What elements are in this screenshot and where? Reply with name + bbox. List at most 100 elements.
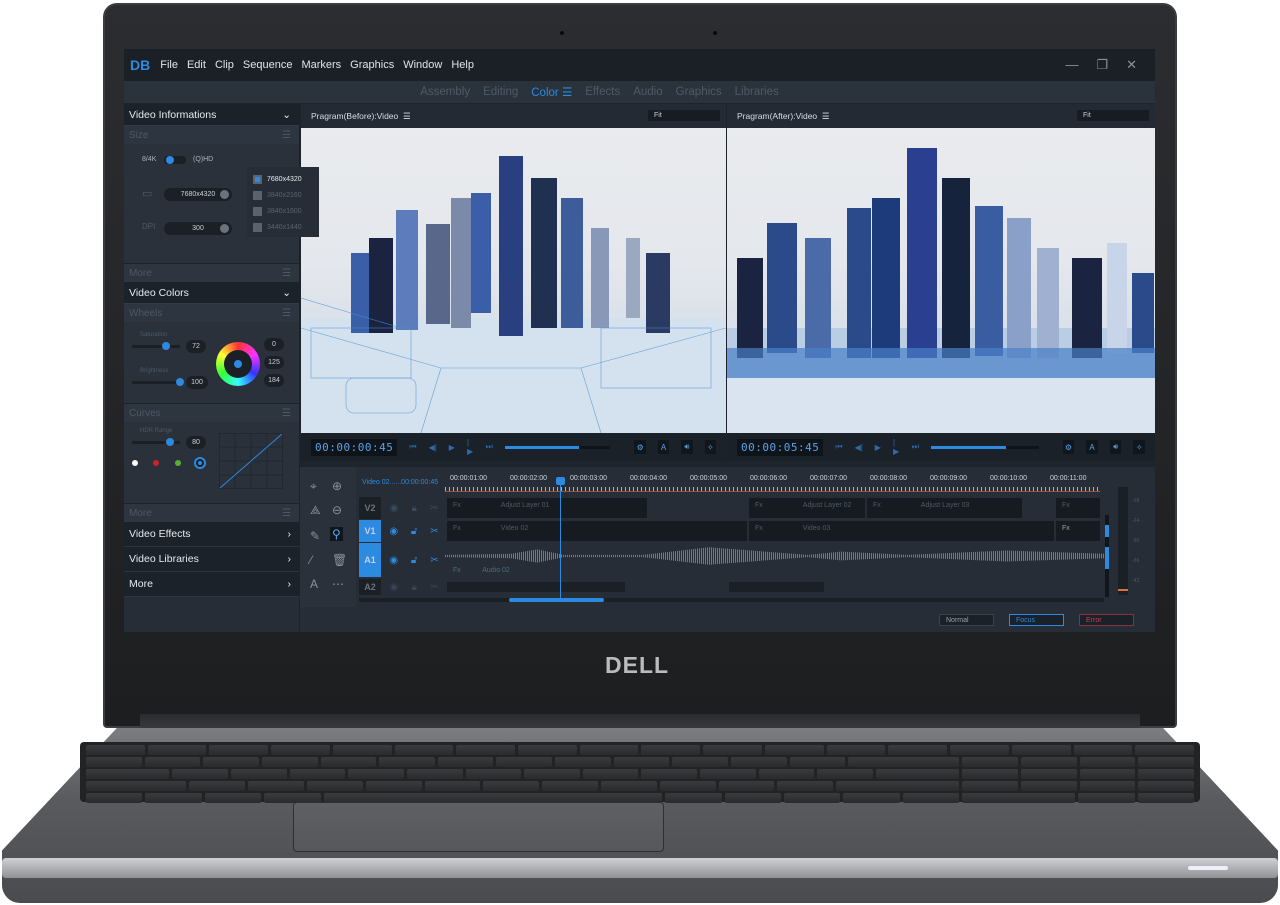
hdr-slider[interactable] xyxy=(132,438,180,446)
menu-icon[interactable]: ☰ xyxy=(282,508,291,519)
menu-window[interactable]: Window xyxy=(403,59,442,71)
resolution-option[interactable]: 3840x1600 xyxy=(253,203,313,219)
timeline-clip[interactable]: Fx xyxy=(1056,521,1100,541)
color-wheel[interactable] xyxy=(216,342,260,386)
eye-icon[interactable]: ◉ xyxy=(390,503,399,514)
nav-video-libraries[interactable]: Video Libraries › xyxy=(124,547,299,572)
playback-progress[interactable] xyxy=(504,445,611,449)
saturation-value[interactable]: 72 xyxy=(186,340,206,353)
tab-effects[interactable]: Effects xyxy=(585,86,620,98)
close-icon[interactable]: ✕ xyxy=(1126,57,1137,73)
brightness-value[interactable]: 100 xyxy=(186,376,208,389)
more-colors-header[interactable]: More ☰ xyxy=(124,504,299,522)
timeline-clip[interactable]: Fx Adjust Layer 01 xyxy=(447,498,647,518)
play-icon[interactable]: ▶ xyxy=(875,443,881,452)
hdr-value[interactable]: 80 xyxy=(186,436,206,449)
timeline-clip[interactable]: Fx Video 02 xyxy=(447,521,747,541)
tab-editing[interactable]: Editing xyxy=(483,86,518,98)
step-back-icon[interactable]: ◀| xyxy=(855,443,863,452)
tools-icon[interactable]: ✂ xyxy=(430,503,438,514)
saturation-slider[interactable] xyxy=(132,342,180,350)
menu-help[interactable]: Help xyxy=(451,59,474,71)
vertical-zoom-slider[interactable] xyxy=(1105,515,1109,597)
eye-icon[interactable]: ◉ xyxy=(390,582,399,593)
skip-back-icon[interactable]: ⏮ xyxy=(409,442,416,452)
timeline-clip[interactable]: Fx Adjust Layer 02 xyxy=(749,498,865,518)
minimize-icon[interactable]: — xyxy=(1065,57,1078,73)
menu-icon[interactable]: ☰ xyxy=(822,111,830,122)
step-forward-icon[interactable]: |▶ xyxy=(467,438,474,456)
resolution-option[interactable]: 3440x1440 xyxy=(253,219,313,235)
settings-icon[interactable]: ⚙ xyxy=(634,440,646,454)
scrollbar-thumb[interactable] xyxy=(509,598,604,602)
brightness-slider[interactable] xyxy=(132,378,184,386)
tab-graphics[interactable]: Graphics xyxy=(676,86,722,98)
track-label[interactable]: A2 xyxy=(359,579,381,595)
video-info-header[interactable]: Video Informations ⌄ xyxy=(124,104,299,126)
status-error-button[interactable]: Error xyxy=(1079,614,1134,626)
track-label[interactable]: A1 xyxy=(359,543,381,577)
eye-icon[interactable]: ◉ xyxy=(389,526,398,537)
tab-assembly[interactable]: Assembly xyxy=(420,86,470,98)
brush-icon[interactable]: ⁄ xyxy=(310,553,312,567)
menu-icon[interactable]: ☰ xyxy=(282,408,291,419)
menu-icon[interactable]: ☰ xyxy=(403,111,411,122)
fit-icon[interactable]: ⌖ xyxy=(310,479,317,494)
unlock-icon[interactable]: 🔓︎ xyxy=(411,555,417,566)
track-label[interactable]: V1 xyxy=(359,520,381,542)
menu-clip[interactable]: Clip xyxy=(215,59,234,71)
settings-icon[interactable]: ⚙ xyxy=(1062,440,1075,454)
menu-markers[interactable]: Markers xyxy=(301,59,341,71)
timecode-display[interactable]: 00:00:05:45 xyxy=(737,438,824,456)
lock-icon[interactable]: 🔒︎ xyxy=(411,582,416,593)
video-colors-header[interactable]: Video Colors ⌄ xyxy=(124,282,299,304)
menu-file[interactable]: File xyxy=(160,59,178,71)
audio-waveform[interactable] xyxy=(445,547,1105,565)
curves-header[interactable]: Curves ☰ xyxy=(124,404,299,422)
trash-icon[interactable]: 🗑︎ xyxy=(332,553,347,567)
volume-icon[interactable]: 🔊︎ xyxy=(1109,440,1122,454)
rgb-value-g[interactable]: 125 xyxy=(264,356,284,369)
channel-green[interactable] xyxy=(175,460,181,466)
skip-forward-icon[interactable]: ⏭ xyxy=(912,442,919,452)
channel-blue[interactable] xyxy=(194,457,206,469)
audio-clip-muted[interactable] xyxy=(729,582,824,592)
wheels-header[interactable]: Wheels ☰ xyxy=(124,304,299,322)
text-icon[interactable]: A xyxy=(657,440,670,454)
zoom-in-icon[interactable]: ⊕ xyxy=(332,479,342,493)
playhead[interactable] xyxy=(556,477,565,601)
skip-forward-icon[interactable]: ⏭ xyxy=(486,442,493,452)
timecode-display[interactable]: 00:00:00:45 xyxy=(311,438,398,456)
dpi-button[interactable] xyxy=(220,224,229,233)
menu-graphics[interactable]: Graphics xyxy=(350,59,394,71)
menu-icon[interactable]: ☰ xyxy=(282,308,291,319)
magic-icon[interactable]: ✧ xyxy=(704,440,716,454)
touchpad[interactable] xyxy=(293,802,664,852)
tools-icon[interactable]: ✂ xyxy=(430,555,438,566)
tab-audio[interactable]: Audio xyxy=(633,86,662,98)
skip-back-icon[interactable]: ⏮ xyxy=(835,442,842,452)
text-icon[interactable]: A xyxy=(1086,440,1098,454)
rgb-value-r[interactable]: 0 xyxy=(264,338,284,351)
timeline-clip[interactable]: Fx Adjust Layer 03 xyxy=(867,498,1022,518)
volume-icon[interactable]: 🔊︎ xyxy=(681,440,693,454)
curves-graph[interactable] xyxy=(219,433,283,489)
tools-icon[interactable]: ✂ xyxy=(430,582,438,593)
tools-icon[interactable]: ✂ xyxy=(430,526,438,537)
menu-icon[interactable]: ☰ xyxy=(282,130,291,141)
zoom-select[interactable]: Fit xyxy=(648,110,720,121)
pencil-icon[interactable]: ✎ xyxy=(310,529,320,543)
timeline-clip[interactable]: Fx Video 03 xyxy=(749,521,1054,541)
menu-edit[interactable]: Edit xyxy=(187,59,206,71)
menu-icon[interactable]: ☰ xyxy=(282,268,291,279)
tab-libraries[interactable]: Libraries xyxy=(735,86,779,98)
more-icon[interactable]: ⋯ xyxy=(332,577,344,591)
step-forward-icon[interactable]: |▶ xyxy=(893,438,900,456)
menu-sequence[interactable]: Sequence xyxy=(243,59,293,71)
timeline-clip[interactable]: Fx xyxy=(1056,498,1100,518)
nav-video-effects[interactable]: Video Effects › xyxy=(124,522,299,547)
pin-icon[interactable]: ⚲ xyxy=(330,527,343,541)
resolution-toggle[interactable] xyxy=(164,156,186,164)
status-normal-button[interactable]: Normal xyxy=(939,614,994,626)
eye-icon[interactable]: ◉ xyxy=(389,555,398,566)
